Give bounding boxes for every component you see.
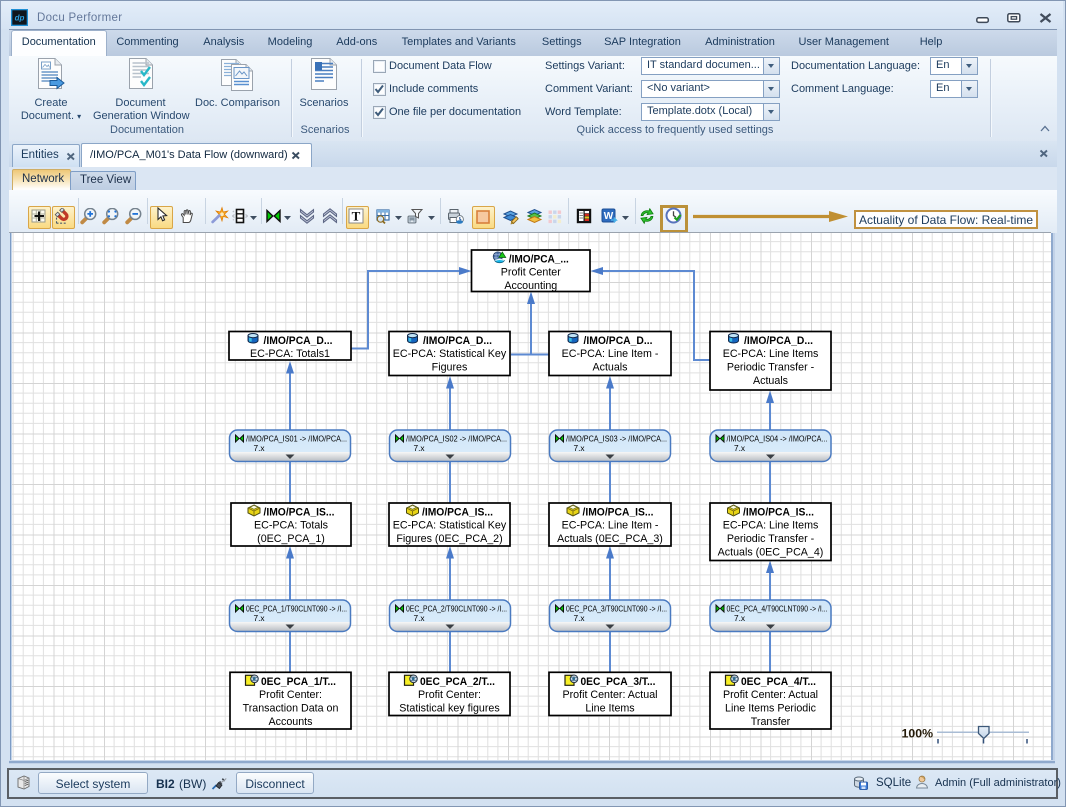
- svg-text:/IMO/PCA_D...: /IMO/PCA_D...: [264, 335, 333, 347]
- svg-text:Transfer: Transfer: [751, 716, 791, 728]
- svg-text:0EC_PCA_2/T...: 0EC_PCA_2/T...: [420, 676, 495, 688]
- svg-text:Figures (0EC_PCA_2): Figures (0EC_PCA_2): [396, 533, 502, 545]
- svg-text:0EC_PCA_1/T...: 0EC_PCA_1/T...: [261, 676, 336, 688]
- svg-text:/IMO/PCA_IS...: /IMO/PCA_IS...: [422, 507, 493, 519]
- svg-text:Profit Center: Actual: Profit Center: Actual: [723, 689, 818, 701]
- svg-text:EC-PCA: Line Items: EC-PCA: Line Items: [723, 520, 819, 532]
- svg-text:100%: 100%: [902, 727, 934, 741]
- svg-text:/IMO/PCA_IS...: /IMO/PCA_IS...: [583, 507, 654, 519]
- svg-text:Line Items Periodic: Line Items Periodic: [725, 702, 817, 714]
- svg-text:EC-PCA: Statistical Key: EC-PCA: Statistical Key: [393, 348, 507, 360]
- svg-text:Transaction Data on: Transaction Data on: [243, 702, 339, 714]
- svg-text:Actuals (0EC_PCA_3): Actuals (0EC_PCA_3): [557, 533, 663, 545]
- svg-text:Profit Center: Profit Center: [501, 267, 561, 279]
- svg-text:EC-PCA: Statistical Key: EC-PCA: Statistical Key: [393, 520, 507, 532]
- svg-text:Statistical key figures: Statistical key figures: [399, 702, 499, 714]
- svg-text:7.x: 7.x: [574, 443, 586, 453]
- svg-text:/IMO/PCA_D...: /IMO/PCA_D...: [744, 335, 813, 347]
- svg-text:0EC_PCA_3/T...: 0EC_PCA_3/T...: [581, 676, 656, 688]
- svg-text:EC-PCA: Totals1: EC-PCA: Totals1: [250, 348, 330, 360]
- svg-text:7.x: 7.x: [414, 613, 426, 623]
- svg-text:7.x: 7.x: [734, 443, 746, 453]
- svg-text:7.x: 7.x: [734, 613, 746, 623]
- svg-text:EC-PCA: Line Item -: EC-PCA: Line Item -: [562, 348, 659, 360]
- svg-text:Actuals: Actuals: [592, 362, 627, 374]
- svg-text:/IMO/PCA_D...: /IMO/PCA_D...: [584, 335, 653, 347]
- svg-text:Figures: Figures: [432, 362, 468, 374]
- svg-text:/IMO/PCA_D...: /IMO/PCA_D...: [423, 335, 492, 347]
- svg-text:Profit Center:: Profit Center:: [259, 689, 322, 701]
- svg-text:0EC_PCA_4/T...: 0EC_PCA_4/T...: [741, 676, 816, 688]
- svg-text:/IMO/PCA_...: /IMO/PCA_...: [509, 254, 569, 266]
- svg-text:Profit Center:: Profit Center:: [418, 689, 481, 701]
- svg-text:/IMO/PCA_IS...: /IMO/PCA_IS...: [743, 507, 814, 519]
- svg-text:(0EC_PCA_1): (0EC_PCA_1): [257, 533, 325, 545]
- svg-text:Periodic Transfer -: Periodic Transfer -: [727, 362, 815, 374]
- svg-text:EC-PCA: Line Items: EC-PCA: Line Items: [723, 348, 819, 360]
- svg-text:7.x: 7.x: [254, 443, 266, 453]
- svg-text:dp: dp: [15, 14, 25, 23]
- svg-text:/IMO/PCA_IS...: /IMO/PCA_IS...: [264, 507, 335, 519]
- svg-text:7.x: 7.x: [574, 613, 586, 623]
- svg-text:T: T: [351, 209, 360, 224]
- svg-text:Periodic Transfer -: Periodic Transfer -: [727, 533, 815, 545]
- svg-text:Accounting: Accounting: [504, 280, 557, 292]
- svg-text:Profit Center: Actual: Profit Center: Actual: [562, 689, 657, 701]
- svg-text:Actuals (0EC_PCA_4): Actuals (0EC_PCA_4): [718, 547, 824, 559]
- svg-text:Line Items: Line Items: [585, 702, 634, 714]
- svg-text:Accounts: Accounts: [269, 716, 313, 728]
- svg-text:EC-PCA: Line Item -: EC-PCA: Line Item -: [562, 520, 659, 532]
- svg-text:Actuals: Actuals: [753, 375, 788, 387]
- svg-text:7.x: 7.x: [254, 613, 266, 623]
- svg-text:EC-PCA: Totals: EC-PCA: Totals: [254, 520, 328, 532]
- svg-text:7.x: 7.x: [414, 443, 426, 453]
